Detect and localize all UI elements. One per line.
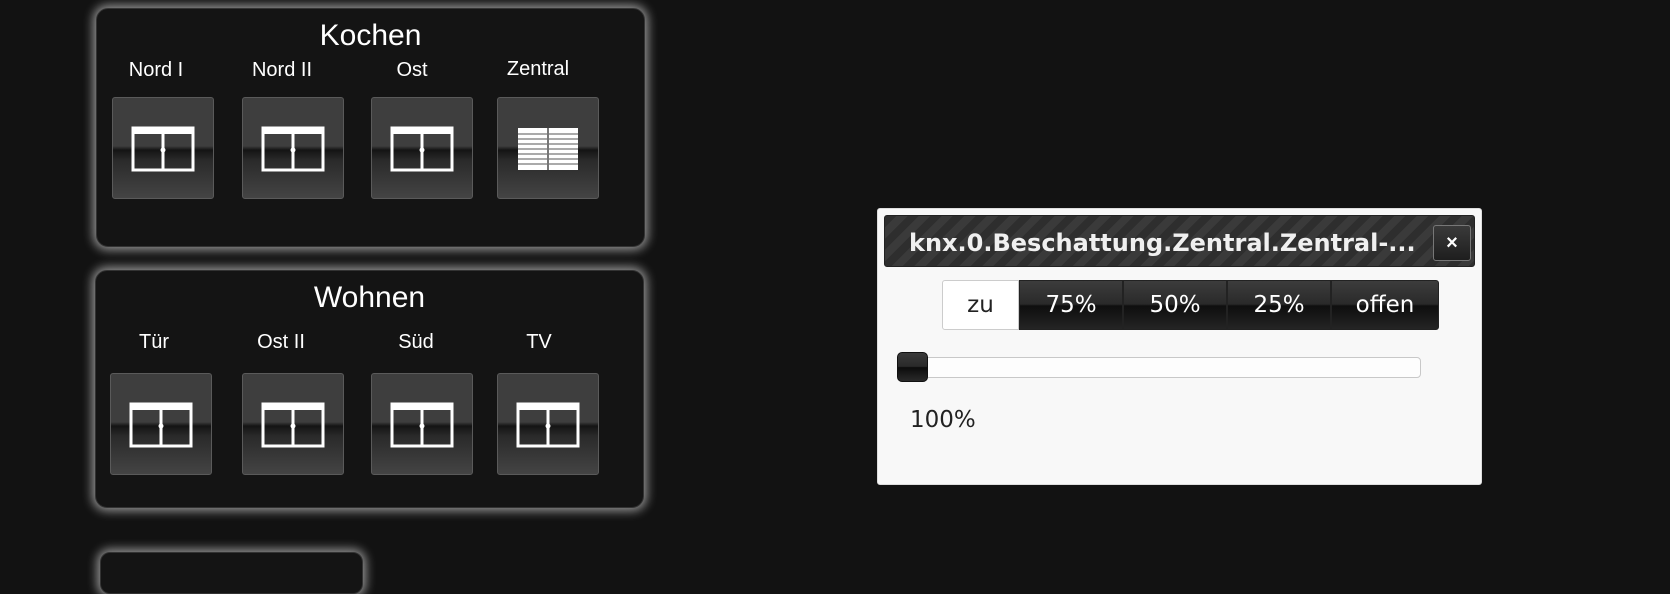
slider-value: 100% <box>910 407 976 433</box>
window-button-tuer[interactable] <box>110 373 212 475</box>
shutter-dialog: knx.0.Beschattung.Zentral.Zentral-... × … <box>877 208 1482 485</box>
button-75[interactable]: 75% <box>1019 280 1123 330</box>
window-label-zentral: Zentral <box>506 58 570 80</box>
window-button-ost[interactable] <box>371 97 473 199</box>
window-double-icon <box>261 402 325 448</box>
panel-kochen: Kochen Nord I Nord II Ost Zentral <box>96 8 645 247</box>
window-label-nord-ii: Nord II <box>251 59 313 81</box>
window-label-ost: Ost <box>396 59 428 81</box>
window-button-sued[interactable] <box>371 373 473 475</box>
position-slider[interactable] <box>902 357 1421 378</box>
window-button-ost-ii[interactable] <box>242 373 344 475</box>
window-label-ost-ii: Ost II <box>257 331 305 353</box>
panel-title: Kochen <box>319 19 422 52</box>
button-offen[interactable]: offen <box>1331 280 1439 330</box>
panel-partial <box>100 552 363 594</box>
window-double-icon <box>129 402 193 448</box>
window-label-tv: TV <box>526 331 552 353</box>
panel-title: Wohnen <box>313 281 426 314</box>
slider-handle[interactable] <box>897 352 928 382</box>
window-button-zentral[interactable] <box>497 97 599 199</box>
window-double-icon <box>261 126 325 172</box>
window-double-icon <box>390 402 454 448</box>
dialog-titlebar[interactable]: knx.0.Beschattung.Zentral.Zentral-... × <box>884 215 1475 267</box>
window-double-icon <box>131 126 195 172</box>
close-button[interactable]: × <box>1433 225 1471 261</box>
blinds-closed-icon <box>518 128 578 170</box>
button-zu[interactable]: zu <box>942 280 1019 330</box>
window-label-tuer: Tür <box>139 331 169 353</box>
window-double-icon <box>516 402 580 448</box>
panel-wohnen: Wohnen Tür Ost II Süd TV <box>95 270 644 508</box>
dialog-title: knx.0.Beschattung.Zentral.Zentral-... <box>909 229 1416 257</box>
window-double-icon <box>390 126 454 172</box>
window-label-sued: Süd <box>398 331 434 353</box>
button-25[interactable]: 25% <box>1227 280 1331 330</box>
window-button-nord-i[interactable] <box>112 97 214 199</box>
window-button-nord-ii[interactable] <box>242 97 344 199</box>
window-button-tv[interactable] <box>497 373 599 475</box>
close-icon: × <box>1446 232 1458 254</box>
button-50[interactable]: 50% <box>1123 280 1227 330</box>
window-label-nord-i: Nord I <box>128 59 184 81</box>
